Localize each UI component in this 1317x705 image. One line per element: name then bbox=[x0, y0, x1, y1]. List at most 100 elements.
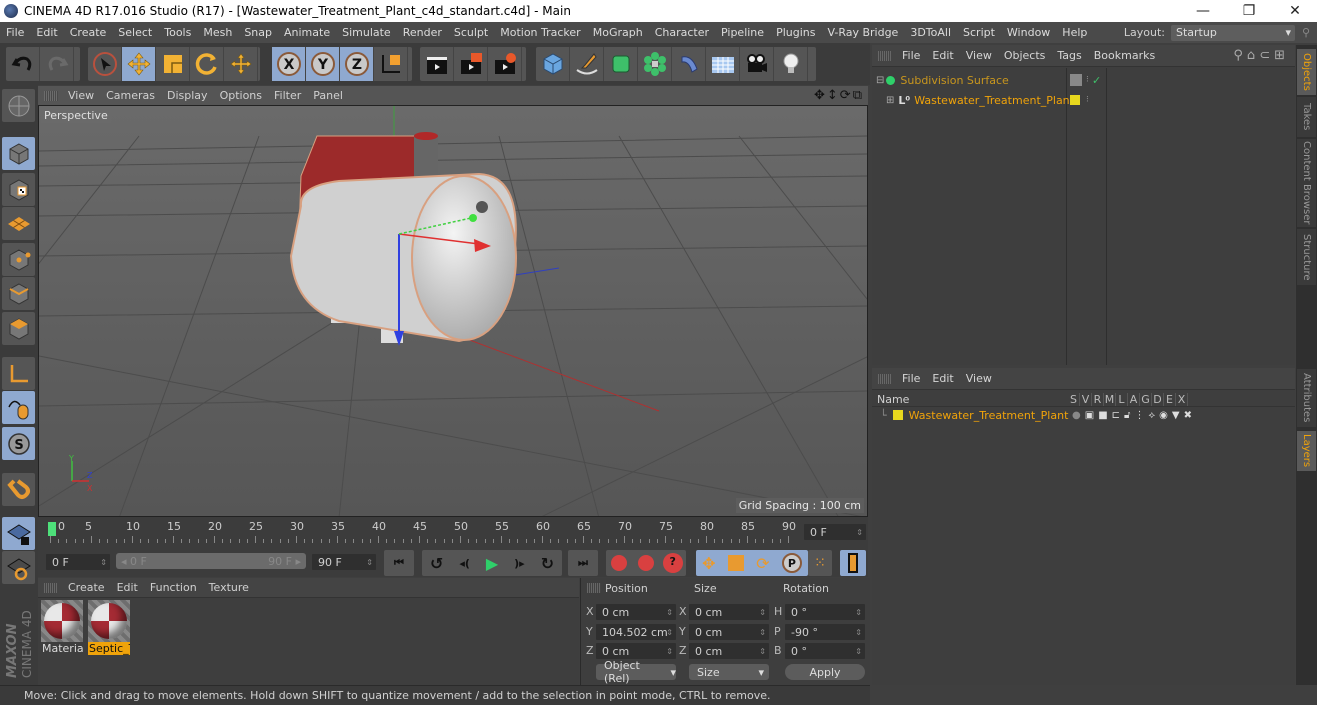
objects-menu-edit[interactable]: Edit bbox=[926, 49, 959, 62]
layout-dropdown[interactable]: Startup ▾ bbox=[1171, 24, 1295, 41]
viewport-menu-panel[interactable]: Panel bbox=[307, 89, 349, 102]
menu-mesh[interactable]: Mesh bbox=[197, 26, 238, 39]
polygons-mode-button[interactable] bbox=[2, 312, 35, 345]
render-view-button[interactable] bbox=[420, 47, 454, 81]
material-menu-edit[interactable]: Edit bbox=[111, 581, 144, 594]
current-frame-field[interactable]: 0 F ⇕ bbox=[804, 524, 866, 540]
manager-icon[interactable]: ⊏ bbox=[1112, 410, 1120, 421]
key-pla-button[interactable]: ⁙ bbox=[808, 550, 832, 576]
layer-column-d[interactable]: D bbox=[1152, 392, 1164, 406]
panel-grip[interactable] bbox=[878, 50, 892, 61]
live-selection-button[interactable] bbox=[88, 47, 122, 81]
home-icon[interactable]: ⌂ bbox=[1247, 48, 1259, 63]
layer-row[interactable]: └ Wastewater_Treatment_Plant ● ▣ ■ ⊏ 🔓︎ … bbox=[872, 408, 1295, 422]
size-z-field[interactable]: 0 cm ⇕ bbox=[689, 643, 769, 659]
pen-button[interactable] bbox=[570, 47, 604, 81]
menu-window[interactable]: Window bbox=[1001, 26, 1056, 39]
viewport-menu-view[interactable]: View bbox=[62, 89, 100, 102]
objects-menu-objects[interactable]: Objects bbox=[998, 49, 1052, 62]
tab-layers[interactable]: Layers bbox=[1297, 431, 1316, 471]
search-icon[interactable]: ⚲ bbox=[1295, 26, 1317, 39]
frame-range-slider[interactable]: ◂ 0 F 90 F ▸ bbox=[116, 553, 306, 569]
animation-icon[interactable]: ⋮ bbox=[1135, 410, 1145, 421]
panel-grip[interactable] bbox=[44, 90, 58, 101]
tab-takes[interactable]: Takes bbox=[1297, 97, 1316, 137]
expand-icon[interactable]: ⊞ bbox=[886, 95, 894, 106]
layer-column-v[interactable]: V bbox=[1080, 392, 1092, 406]
coordinate-system-button[interactable] bbox=[374, 47, 408, 81]
redo-button[interactable] bbox=[40, 47, 74, 81]
cube-button[interactable] bbox=[536, 47, 570, 81]
light-button[interactable] bbox=[774, 47, 808, 81]
layers-menu-view[interactable]: View bbox=[960, 372, 998, 385]
3d-viewport[interactable]: Y X Z Perspective Grid Spacing : 100 cm bbox=[38, 105, 868, 517]
array-button[interactable] bbox=[638, 47, 672, 81]
viewport-menu-filter[interactable]: Filter bbox=[268, 89, 307, 102]
key-scale-icon[interactable] bbox=[727, 555, 744, 571]
menu-pipeline[interactable]: Pipeline bbox=[715, 26, 770, 39]
play-button[interactable]: ▶ bbox=[486, 554, 498, 573]
previous-key-button[interactable]: ↺ bbox=[430, 554, 443, 573]
next-key-button[interactable]: ↻ bbox=[541, 554, 554, 573]
position-z-field[interactable]: 0 cm ⇕ bbox=[596, 643, 676, 659]
edges-mode-button[interactable] bbox=[2, 277, 35, 310]
key-parameter-icon[interactable]: P bbox=[781, 553, 802, 573]
layers-menu-edit[interactable]: Edit bbox=[926, 372, 959, 385]
rotation-b-field[interactable]: 0 ° ⇕ bbox=[785, 643, 865, 659]
go-to-end-button[interactable]: ⏭ bbox=[568, 550, 598, 576]
layer-column-r[interactable]: R bbox=[1092, 392, 1104, 406]
menu-render[interactable]: Render bbox=[397, 26, 448, 39]
editor-render-dots-icon[interactable]: ⁝ bbox=[1086, 75, 1089, 85]
step-forward-button[interactable]: )▸ bbox=[514, 557, 525, 570]
layers-menu-file[interactable]: File bbox=[896, 372, 926, 385]
menu-select[interactable]: Select bbox=[112, 26, 158, 39]
coordinate-mode-dropdown[interactable]: Object (Rel) ▾ bbox=[596, 659, 676, 685]
timeline-ruler[interactable]: 0 5 10 15 20 25 30 35 40 45 50 55 60 65 70 75 80 85 90 0 F… bbox=[38, 517, 868, 547]
camera-label[interactable]: Perspective bbox=[41, 108, 111, 123]
position-x-field[interactable]: 0 cm ⇕ bbox=[596, 604, 676, 620]
tab-attributes[interactable]: Attributes bbox=[1297, 369, 1316, 427]
material-swatch-selected[interactable]: Septic_T bbox=[88, 600, 130, 658]
restore-button[interactable]: ❐ bbox=[1226, 0, 1272, 22]
menu-mograph[interactable]: MoGraph bbox=[587, 26, 649, 39]
key-rotation-icon[interactable]: ⟳ bbox=[756, 554, 769, 573]
magnet-button[interactable] bbox=[2, 473, 35, 506]
position-y-field[interactable]: 104.502 cm ⇕ bbox=[596, 624, 676, 640]
camera-button[interactable] bbox=[740, 47, 774, 81]
playhead[interactable] bbox=[48, 522, 56, 536]
pan-icon[interactable]: ✥ bbox=[814, 88, 827, 103]
viewport-menu-cameras[interactable]: Cameras bbox=[100, 89, 161, 102]
size-mode-dropdown[interactable]: Size ▾ bbox=[689, 664, 769, 680]
last-tool-button[interactable] bbox=[224, 47, 258, 81]
tab-objects[interactable]: Objects bbox=[1297, 49, 1316, 95]
panel-grip[interactable] bbox=[878, 373, 892, 384]
end-frame-field[interactable]: 90 F ⇕ bbox=[312, 554, 376, 570]
objects-menu-bookmarks[interactable]: Bookmarks bbox=[1088, 49, 1161, 62]
viewport-menu-display[interactable]: Display bbox=[161, 89, 214, 102]
z-axis-lock-button[interactable]: Z bbox=[340, 47, 374, 81]
generators-icon[interactable]: ⟡ bbox=[1149, 410, 1156, 421]
layer-column-m[interactable]: M bbox=[1104, 392, 1116, 406]
rotate-tool-button[interactable] bbox=[190, 47, 224, 81]
points-mode-button[interactable] bbox=[2, 243, 35, 276]
dolly-icon[interactable]: ↕ bbox=[827, 88, 840, 103]
material-swatch[interactable]: Material bbox=[41, 600, 83, 658]
move-tool-button[interactable] bbox=[122, 47, 156, 81]
objects-menu-view[interactable]: View bbox=[960, 49, 998, 62]
menu-snap[interactable]: Snap bbox=[238, 26, 278, 39]
rotation-p-field[interactable]: -90 ° ⇕ bbox=[785, 624, 865, 640]
layer-column-g[interactable]: G bbox=[1140, 392, 1152, 406]
close-button[interactable]: ✕ bbox=[1272, 0, 1317, 22]
layer-column-s[interactable]: S bbox=[1068, 392, 1080, 406]
y-axis-lock-button[interactable]: Y bbox=[306, 47, 340, 81]
layer-column-e[interactable]: E bbox=[1164, 392, 1176, 406]
material-menu-function[interactable]: Function bbox=[144, 581, 203, 594]
menu-sculpt[interactable]: Sculpt bbox=[448, 26, 494, 39]
lock-icon[interactable]: 🔓︎ bbox=[1124, 410, 1130, 421]
material-menu-texture[interactable]: Texture bbox=[203, 581, 255, 594]
snap-button[interactable]: S bbox=[2, 427, 35, 460]
menu-tools[interactable]: Tools bbox=[158, 26, 197, 39]
tab-structure[interactable]: Structure bbox=[1297, 229, 1316, 285]
layer-column-l[interactable]: L bbox=[1116, 392, 1128, 406]
keyframe-selection-button[interactable]: ? bbox=[662, 553, 683, 573]
